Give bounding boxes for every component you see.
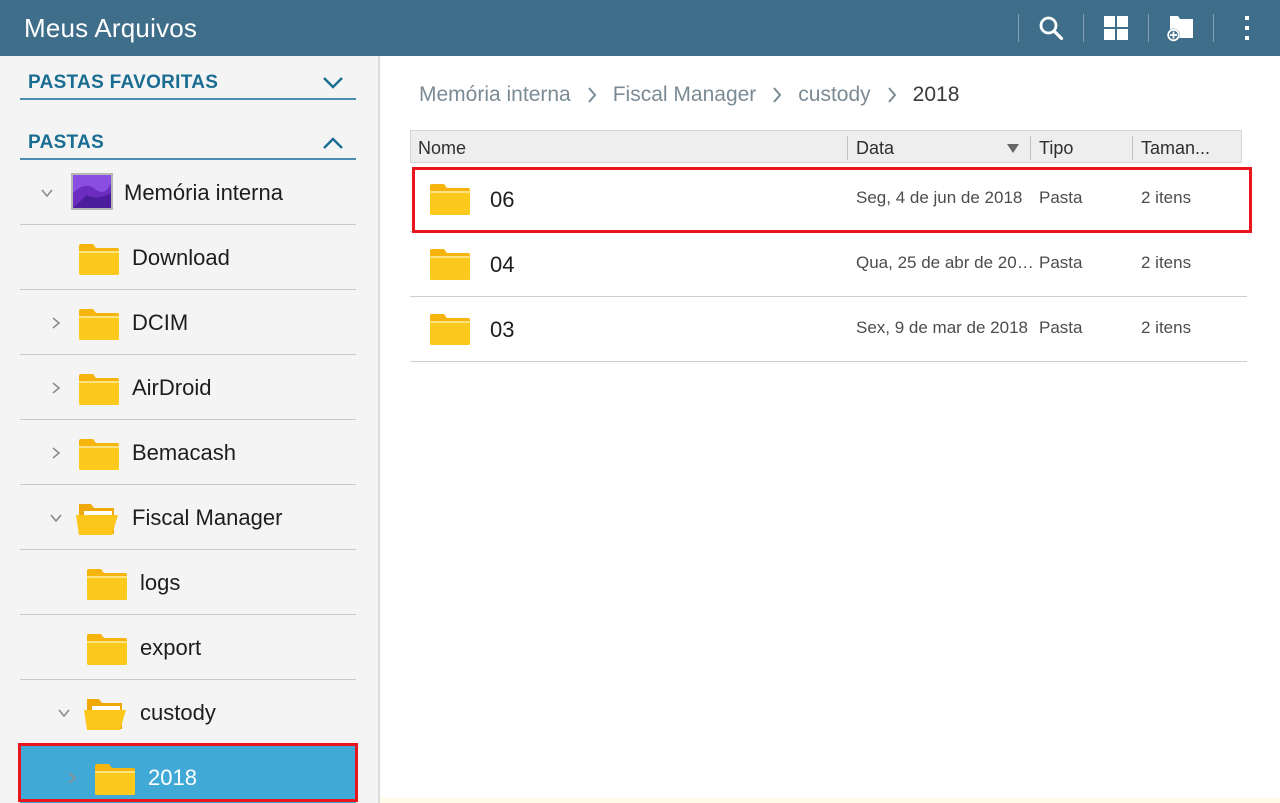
new-folder-icon [1167,16,1193,42]
grid-view-icon [1104,16,1128,40]
file-name: 06 [490,187,515,212]
folder-icon [94,762,136,796]
app-title: Meus Arquivos [24,13,198,43]
folder-open-icon [76,502,118,536]
breadcrumb-item-current: 2018 [912,83,960,106]
grid-view-button[interactable] [1084,0,1148,56]
sidebar-divider [378,56,380,803]
folders-title: PASTAS [28,132,105,153]
file-name: 03 [490,317,515,342]
folders-header[interactable]: PASTAS [20,116,356,160]
favorite-folders-header[interactable]: PASTAS FAVORITAS [20,56,356,100]
search-icon [1039,16,1064,41]
chevron-down-icon[interactable] [49,511,63,525]
tree-item-download[interactable]: Download [20,225,356,290]
folder-open-icon [84,697,126,731]
sort-descending-icon [1007,144,1019,153]
app-bar: Meus Arquivos [0,0,1280,56]
tree-item-airdroid[interactable]: AirDroid [20,355,356,420]
sidebar: PASTAS FAVORITAS PASTAS Memória interna … [0,56,378,803]
column-divider [1132,136,1133,160]
more-options-button[interactable] [1214,0,1280,56]
more-vert-icon [1245,16,1249,40]
breadcrumb-item-internal-storage[interactable]: Memória interna [419,83,571,107]
tree-item-2018[interactable]: 2018 [20,745,356,803]
file-name: 04 [490,252,515,277]
file-list-header: Nome Data Tipo Taman... [410,130,1242,163]
file-size: 2 itens [1141,253,1192,272]
tree-item-label: 2018 [148,765,197,790]
column-header-date[interactable]: Data [856,131,1006,162]
file-row-03[interactable]: 03 Sex, 9 de mar de 2018 Pasta 2 itens [410,297,1247,362]
tree-item-label: Fiscal Manager [132,505,283,530]
chevron-right-icon[interactable] [49,316,63,330]
breadcrumb: Memória interna Fiscal Manager custody 2… [419,80,959,110]
tree-item-dcim[interactable]: DCIM [20,290,356,355]
chevron-up-icon [323,137,343,149]
tree-item-bemacash[interactable]: Bemacash [20,420,356,485]
chevron-right-icon[interactable] [49,446,63,460]
favorite-folders-title: PASTAS FAVORITAS [28,72,219,93]
tree-item-label: Download [132,245,230,270]
search-button[interactable] [1019,0,1083,56]
folder-icon [78,307,120,341]
toolbar-actions [1018,0,1280,56]
column-header-name[interactable]: Nome [418,131,838,162]
tree-item-label: logs [140,570,181,595]
file-size: 2 itens [1141,188,1192,207]
tree-item-label: AirDroid [132,375,212,400]
breadcrumb-item-custody[interactable]: custody [798,83,870,107]
tree-item-label: custody [140,700,216,725]
tree-item-label: Bemacash [132,440,236,465]
folder-icon [78,437,120,471]
internal-storage-icon [71,173,113,210]
file-date: Qua, 25 de abr de 2018 [856,253,1034,272]
chevron-right-icon [577,85,607,105]
file-row-04[interactable]: 04 Qua, 25 de abr de 2018 Pasta 2 itens [410,232,1247,297]
file-row-06[interactable]: 06 Seg, 4 de jun de 2018 Pasta 2 itens [410,167,1247,232]
file-size: 2 itens [1141,318,1192,337]
tree-item-label: DCIM [132,310,189,335]
folder-icon [78,372,120,406]
file-type: Pasta [1039,318,1083,337]
file-date: Seg, 4 de jun de 2018 [856,188,1023,207]
file-type: Pasta [1039,253,1083,272]
tree-item-internal-storage[interactable]: Memória interna [20,160,356,225]
chevron-right-icon [877,85,907,105]
file-type: Pasta [1039,188,1083,207]
folder-icon [78,242,120,276]
chevron-right-icon[interactable] [65,771,79,785]
tree-item-export[interactable]: export [20,615,356,680]
tree-item-label: export [140,635,202,660]
folder-icon [429,246,471,282]
breadcrumb-item-fiscal-manager[interactable]: Fiscal Manager [613,83,757,107]
tree-item-fiscal-manager[interactable]: Fiscal Manager [20,485,356,550]
tree-item-logs[interactable]: logs [20,550,356,615]
tree-item-custody[interactable]: custody [20,680,356,745]
new-folder-button[interactable] [1149,0,1213,56]
folder-icon [429,181,471,217]
bottom-strip [380,798,1280,803]
column-header-size[interactable]: Taman... [1141,131,1237,162]
column-divider [847,136,848,160]
column-divider [1030,136,1031,160]
folder-icon [86,567,128,601]
chevron-right-icon [762,85,792,105]
chevron-right-icon[interactable] [49,381,63,395]
folder-icon [429,311,471,347]
chevron-down-icon[interactable] [57,706,71,720]
folder-icon [86,632,128,666]
chevron-down-icon [40,186,54,200]
column-header-type[interactable]: Tipo [1039,131,1129,162]
file-date: Sex, 9 de mar de 2018 [856,318,1029,337]
tree-item-label: Memória interna [124,180,283,205]
chevron-down-icon [323,77,343,89]
